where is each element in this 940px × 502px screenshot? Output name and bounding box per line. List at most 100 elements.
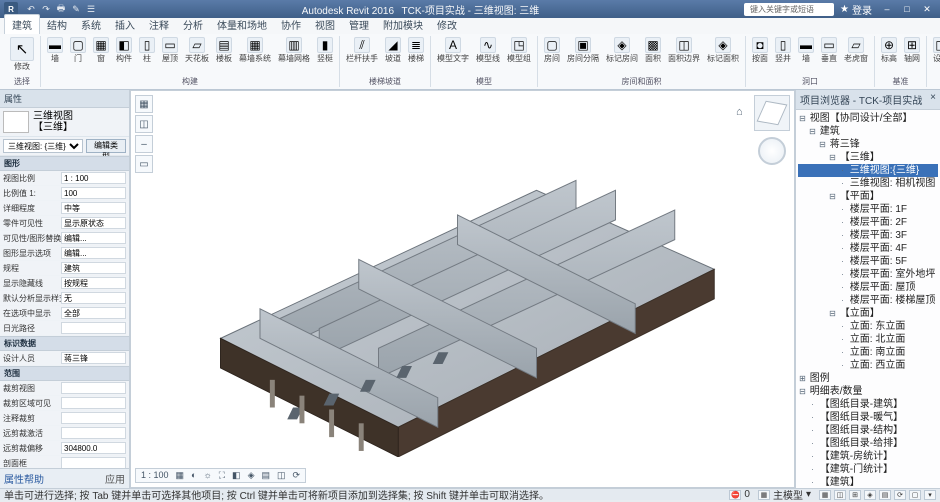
property-row[interactable]: 比例值 1:100 bbox=[0, 186, 129, 201]
ribbon-tab[interactable]: 结构 bbox=[40, 15, 74, 34]
property-section-header[interactable]: 标识数据 bbox=[0, 336, 129, 351]
tree-node[interactable]: ⊟ 建筑 bbox=[798, 125, 938, 138]
ribbon-button[interactable]: ▭屋顶 bbox=[160, 36, 180, 64]
ribbon-button[interactable]: ◫面积边界 bbox=[666, 36, 702, 64]
ribbon-button[interactable]: ⫽栏杆扶手 bbox=[344, 36, 380, 64]
tree-node[interactable]: · 楼层平面: 楼梯屋顶 bbox=[798, 294, 938, 307]
ribbon-button[interactable]: ⊞轴网 bbox=[902, 36, 922, 64]
viewbar-button[interactable]: ◧ bbox=[230, 470, 243, 481]
tree-node[interactable]: · 楼层平面: 3F bbox=[798, 229, 938, 242]
tree-node[interactable]: · 楼层平面: 5F bbox=[798, 255, 938, 268]
tree-node[interactable]: · 【建筑】 bbox=[798, 476, 938, 488]
property-row[interactable]: 裁剪区域可见 bbox=[0, 396, 129, 411]
ribbon-button[interactable]: ▩面积 bbox=[643, 36, 663, 64]
ribbon-button[interactable]: ◘按面 bbox=[750, 36, 770, 64]
ribbon-button[interactable]: ≣楼梯 bbox=[406, 36, 426, 64]
property-row[interactable]: 显示隐藏线按规程 bbox=[0, 276, 129, 291]
help-search[interactable]: 键入关键字或短语 bbox=[744, 3, 834, 16]
window-button[interactable]: □ bbox=[898, 2, 916, 16]
ribbon-button[interactable]: ◫设置 bbox=[931, 36, 940, 64]
nav-tool-icon[interactable]: ◫ bbox=[135, 115, 153, 133]
qat-icon[interactable]: ↷ bbox=[40, 3, 52, 15]
ribbon-button[interactable]: ⊕标高 bbox=[879, 36, 899, 64]
tree-node[interactable]: · 【建筑-房统计】 bbox=[798, 450, 938, 463]
ribbon-button[interactable]: ▯柱 bbox=[137, 36, 157, 64]
ribbon-button[interactable]: ▤楼板 bbox=[214, 36, 234, 64]
type-selector[interactable]: 三维视图【三维】 bbox=[0, 108, 129, 137]
property-section-header[interactable]: 图形 bbox=[0, 156, 129, 171]
ribbon-button[interactable]: ▯竖井 bbox=[773, 36, 793, 64]
close-icon[interactable]: × bbox=[930, 92, 936, 107]
tree-node[interactable]: ⊟ 蒋三锋 bbox=[798, 138, 938, 151]
tree-node[interactable]: · 立面: 北立面 bbox=[798, 333, 938, 346]
ribbon-button[interactable]: ▱天花板 bbox=[183, 36, 211, 64]
steering-wheel-icon[interactable] bbox=[758, 137, 786, 165]
tree-node[interactable]: · 楼层平面: 室外地坪 bbox=[798, 268, 938, 281]
ribbon-button[interactable]: ↖修改 bbox=[8, 36, 36, 72]
viewbar-button[interactable]: ◐ bbox=[189, 470, 198, 481]
ribbon-button[interactable]: ▥幕墙网格 bbox=[276, 36, 312, 64]
nav-tool-icon[interactable]: ▭ bbox=[135, 155, 153, 173]
ribbon-button[interactable]: ▭垂直 bbox=[819, 36, 839, 64]
ribbon-button[interactable]: ▢门 bbox=[68, 36, 88, 64]
property-row[interactable]: 设计人员蒋三锋 bbox=[0, 351, 129, 366]
nav-tool-icon[interactable]: ▦ bbox=[135, 95, 153, 113]
ribbon-tab[interactable]: 附加模块 bbox=[376, 15, 430, 34]
edit-type-button[interactable]: 编辑类型 bbox=[86, 139, 126, 153]
property-row[interactable]: 在选项中显示全部 bbox=[0, 306, 129, 321]
tree-node[interactable]: · 楼层平面: 1F bbox=[798, 203, 938, 216]
viewbar-button[interactable]: ◈ bbox=[246, 470, 257, 481]
qat-icon[interactable]: ☰ bbox=[85, 3, 97, 15]
status-icon[interactable]: ▦ bbox=[758, 490, 770, 500]
viewbar-button[interactable]: ▦ bbox=[174, 470, 187, 481]
viewbar-button[interactable]: ▤ bbox=[259, 470, 272, 481]
ribbon-button[interactable]: ▮竖梃 bbox=[315, 36, 335, 64]
ribbon-tab[interactable]: 系统 bbox=[74, 15, 108, 34]
category-filter[interactable]: 三维视图: {三维} bbox=[3, 139, 83, 153]
ribbon-button[interactable]: ◧构件 bbox=[114, 36, 134, 64]
property-row[interactable]: 日光路径 bbox=[0, 321, 129, 336]
tree-node[interactable]: · 立面: 南立面 bbox=[798, 346, 938, 359]
status-icon[interactable]: ▾ bbox=[924, 490, 936, 500]
status-icon[interactable]: ▦ bbox=[819, 490, 831, 500]
ribbon-button[interactable]: ◳模型组 bbox=[505, 36, 533, 64]
home-icon[interactable]: ⌂ bbox=[736, 106, 750, 120]
tree-node[interactable]: ⊟ 【立面】 bbox=[798, 307, 938, 320]
tree-node[interactable]: ⊟ 视图【协同设计/全部】 bbox=[798, 112, 938, 125]
property-row[interactable]: 零件可见性显示原状态 bbox=[0, 216, 129, 231]
ribbon-tab[interactable]: 分析 bbox=[176, 15, 210, 34]
status-icon[interactable]: ⟳ bbox=[894, 490, 906, 500]
browser-tree[interactable]: ⊟ 视图【协同设计/全部】⊟ 建筑⊟ 蒋三锋⊟ 【三维】· 三维视图:{三维}·… bbox=[796, 110, 940, 488]
tree-node[interactable]: · 【建筑-门统计】 bbox=[798, 463, 938, 476]
status-icon[interactable]: ⛔ bbox=[729, 490, 741, 500]
tree-node[interactable]: · 三维视图: 相机视图 bbox=[798, 177, 938, 190]
ribbon-tab[interactable]: 修改 bbox=[430, 15, 464, 34]
property-row[interactable]: 裁剪视图 bbox=[0, 381, 129, 396]
nav-tool-icon[interactable]: – bbox=[135, 135, 153, 153]
tree-node[interactable]: ⊟ 明细表/数量 bbox=[798, 385, 938, 398]
ribbon-button[interactable]: ◈标记房间 bbox=[604, 36, 640, 64]
properties-help-link[interactable]: 属性帮助 应用 bbox=[0, 468, 129, 488]
ribbon-button[interactable]: ▣房间分隔 bbox=[565, 36, 601, 64]
viewbar-button[interactable]: ☼ bbox=[201, 470, 213, 481]
drawing-canvas[interactable]: ▦ ◫ – ▭ ⌂ bbox=[130, 90, 795, 488]
qat-icon[interactable]: ↶ bbox=[25, 3, 37, 15]
status-icon[interactable]: ⊞ bbox=[849, 490, 861, 500]
property-row[interactable]: 视图比例1 : 100 bbox=[0, 171, 129, 186]
ribbon-button[interactable]: A模型文字 bbox=[435, 36, 471, 64]
ribbon-button[interactable]: ▬墙 bbox=[796, 36, 816, 64]
tree-node[interactable]: ⊟ 【三维】 bbox=[798, 151, 938, 164]
property-section-header[interactable]: 范围 bbox=[0, 366, 129, 381]
tree-node[interactable]: · 【图纸目录-给排】 bbox=[798, 437, 938, 450]
ribbon-button[interactable]: ▦幕墙系统 bbox=[237, 36, 273, 64]
window-button[interactable]: – bbox=[878, 2, 896, 16]
tree-node[interactable]: · 立面: 东立面 bbox=[798, 320, 938, 333]
property-row[interactable]: 远剪裁偏移304800.0 bbox=[0, 441, 129, 456]
status-icon[interactable]: ▤ bbox=[879, 490, 891, 500]
property-row[interactable]: 远剪裁激活 bbox=[0, 426, 129, 441]
property-row[interactable]: 详细程度中等 bbox=[0, 201, 129, 216]
qat-icon[interactable]: ✎ bbox=[70, 3, 82, 15]
status-icon[interactable]: ▢ bbox=[909, 490, 921, 500]
ribbon-tab[interactable]: 注释 bbox=[142, 15, 176, 34]
window-button[interactable]: ✕ bbox=[918, 2, 936, 16]
